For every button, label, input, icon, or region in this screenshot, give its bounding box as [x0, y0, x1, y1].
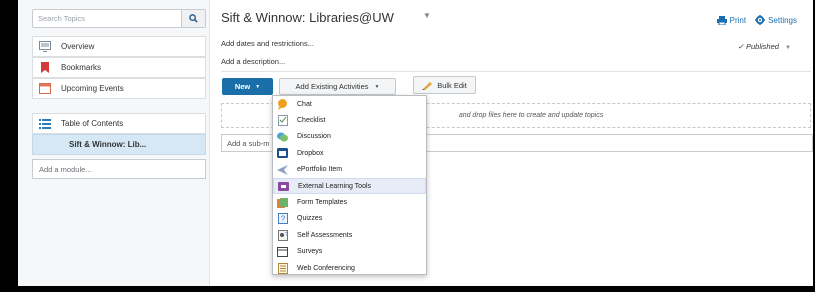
menu-item-quizzes[interactable]: ? Quizzes [273, 211, 426, 227]
sidebar-item-overview[interactable]: Overview [32, 36, 206, 57]
add-description-link[interactable]: Add a description... [221, 57, 285, 66]
external-tools-icon [278, 181, 289, 192]
eportfolio-icon [277, 164, 288, 175]
bulk-edit-label: Bulk Edit [437, 80, 467, 90]
sidebar: Overview Bookmarks Upcoming Events Table… [18, 0, 210, 292]
menu-item-form-templates[interactable]: Form Templates [273, 194, 426, 210]
menu-item-label: Self Assessments [297, 231, 353, 239]
search-input[interactable] [33, 10, 173, 27]
app-frame: Overview Bookmarks Upcoming Events Table… [18, 0, 813, 292]
published-status[interactable]: ✓ Published ▼ [738, 42, 791, 51]
add-module-field [32, 159, 206, 179]
menu-item-dropbox[interactable]: Dropbox [273, 145, 426, 161]
sidebar-item-table-of-contents[interactable]: Table of Contents [32, 113, 206, 134]
menu-item-eportfolio[interactable]: ePortfolio Item [273, 162, 426, 178]
main-content: Sift & Winnow: Libraries@UW ▼ Print Sett… [211, 0, 813, 292]
svg-text:?: ? [285, 232, 288, 238]
sidebar-item-label: Table of Contents [61, 119, 124, 128]
check-icon: ✓ [737, 42, 744, 51]
search-button[interactable] [181, 10, 205, 27]
menu-item-label: ePortfolio Item [297, 166, 343, 174]
menu-item-external-learning-tools[interactable]: External Learning Tools [273, 177, 426, 195]
menu-item-label: Web Conferencing [297, 264, 355, 272]
page-title: Sift & Winnow: Libraries@UW [221, 10, 394, 25]
search-icon [189, 14, 198, 23]
menu-item-label: Surveys [297, 248, 323, 256]
menu-item-surveys[interactable]: Surveys [273, 244, 426, 260]
printer-icon [716, 15, 727, 25]
add-dates-link[interactable]: Add dates and restrictions... [221, 39, 314, 48]
quizzes-icon: ? [277, 213, 288, 225]
sidebar-item-upcoming-events[interactable]: Upcoming Events [32, 78, 206, 99]
sidebar-item-label: Overview [61, 42, 95, 51]
sidebar-item-bookmarks[interactable]: Bookmarks [32, 57, 206, 78]
screen-border [0, 286, 815, 292]
settings-label: Settings [768, 15, 797, 25]
menu-item-label: Discussion [297, 133, 331, 141]
chat-icon [277, 98, 288, 110]
menu-item-discussion[interactable]: Discussion [273, 129, 426, 145]
pencil-icon [422, 81, 433, 90]
checklist-icon [277, 115, 288, 127]
new-label: New [234, 82, 251, 91]
chevron-down-icon: ▼ [785, 45, 791, 51]
sidebar-item-label: Upcoming Events [61, 84, 124, 93]
svg-text:?: ? [280, 215, 285, 224]
sidebar-item-label: Bookmarks [61, 63, 102, 72]
web-conferencing-icon [277, 262, 288, 274]
sidebar-item-module[interactable]: Sift & Winnow: Lib... [32, 134, 206, 155]
self-assessment-icon: ? [277, 229, 288, 241]
print-label: Print [729, 15, 747, 25]
add-existing-activities-menu: Chat Checklist Discussion Dropbox ePortf… [272, 95, 427, 275]
gear-icon [755, 15, 766, 25]
menu-item-label: Quizzes [297, 215, 323, 223]
menu-item-label: Chat [297, 100, 312, 108]
chevron-down-icon[interactable]: ▼ [423, 11, 431, 20]
add-existing-activities-button[interactable]: Add Existing Activities ▼ [279, 78, 396, 95]
form-templates-icon [277, 197, 288, 208]
chevron-down-icon: ▼ [255, 83, 261, 90]
bookmark-icon [39, 62, 51, 74]
chevron-down-icon: ▼ [374, 83, 380, 90]
discussion-icon [277, 131, 288, 142]
surveys-icon [277, 246, 288, 257]
list-icon [39, 118, 51, 130]
divider [221, 71, 811, 72]
overview-icon [39, 41, 51, 53]
add-existing-label: Add Existing Activities [295, 82, 369, 91]
menu-item-label: Checklist [297, 117, 326, 125]
bulk-edit-button[interactable]: Bulk Edit [413, 76, 476, 94]
settings-button[interactable]: Settings [755, 15, 797, 25]
menu-item-label: Form Templates [297, 199, 348, 207]
dropbox-icon [277, 148, 288, 159]
calendar-icon [39, 83, 51, 95]
menu-item-label: External Learning Tools [298, 182, 372, 190]
menu-item-label: Dropbox [297, 149, 324, 157]
menu-item-chat[interactable]: Chat [273, 96, 426, 112]
add-module-input[interactable] [33, 160, 205, 178]
dropzone-text: and drop files here to create and update… [458, 112, 604, 119]
sidebar-item-label: Sift & Winnow: Lib... [69, 140, 147, 149]
new-button[interactable]: New ▼ [222, 78, 273, 95]
published-label: Published [746, 42, 779, 51]
menu-item-checklist[interactable]: Checklist [273, 112, 426, 128]
search-box [32, 9, 206, 28]
menu-item-web-conferencing[interactable]: Web Conferencing [273, 260, 426, 276]
menu-item-self-assessments[interactable]: ? Self Assessments [273, 227, 426, 243]
print-button[interactable]: Print [716, 15, 747, 25]
header-actions: Print Settings [716, 15, 797, 25]
